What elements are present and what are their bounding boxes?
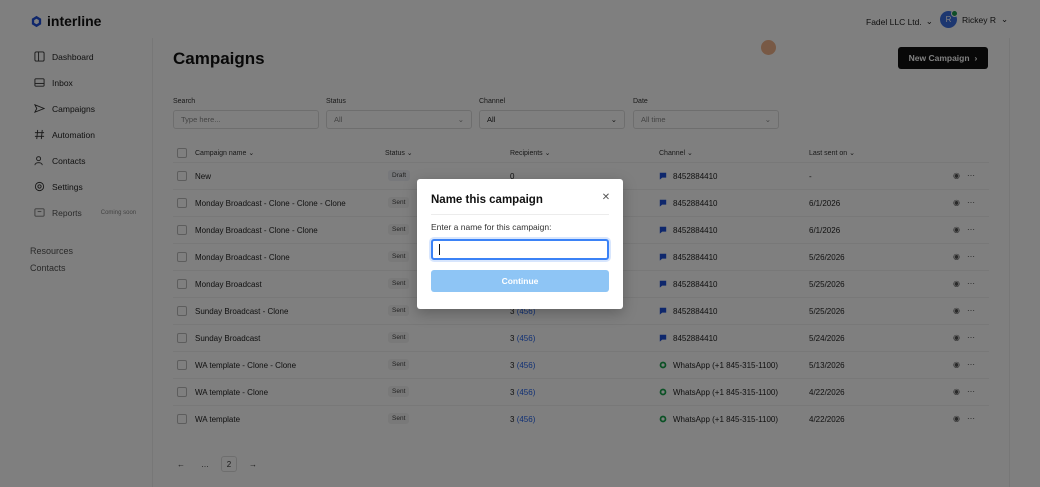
dialog-title: Name this campaign (431, 194, 543, 206)
dialog-divider (431, 214, 609, 215)
continue-button[interactable]: Continue (431, 270, 609, 292)
campaign-name-input[interactable] (431, 239, 609, 260)
close-icon[interactable]: ✕ (600, 191, 612, 203)
text-caret (439, 244, 440, 255)
dialog-prompt: Enter a name for this campaign: (431, 222, 552, 232)
name-campaign-dialog: Name this campaign ✕ Enter a name for th… (417, 179, 623, 309)
